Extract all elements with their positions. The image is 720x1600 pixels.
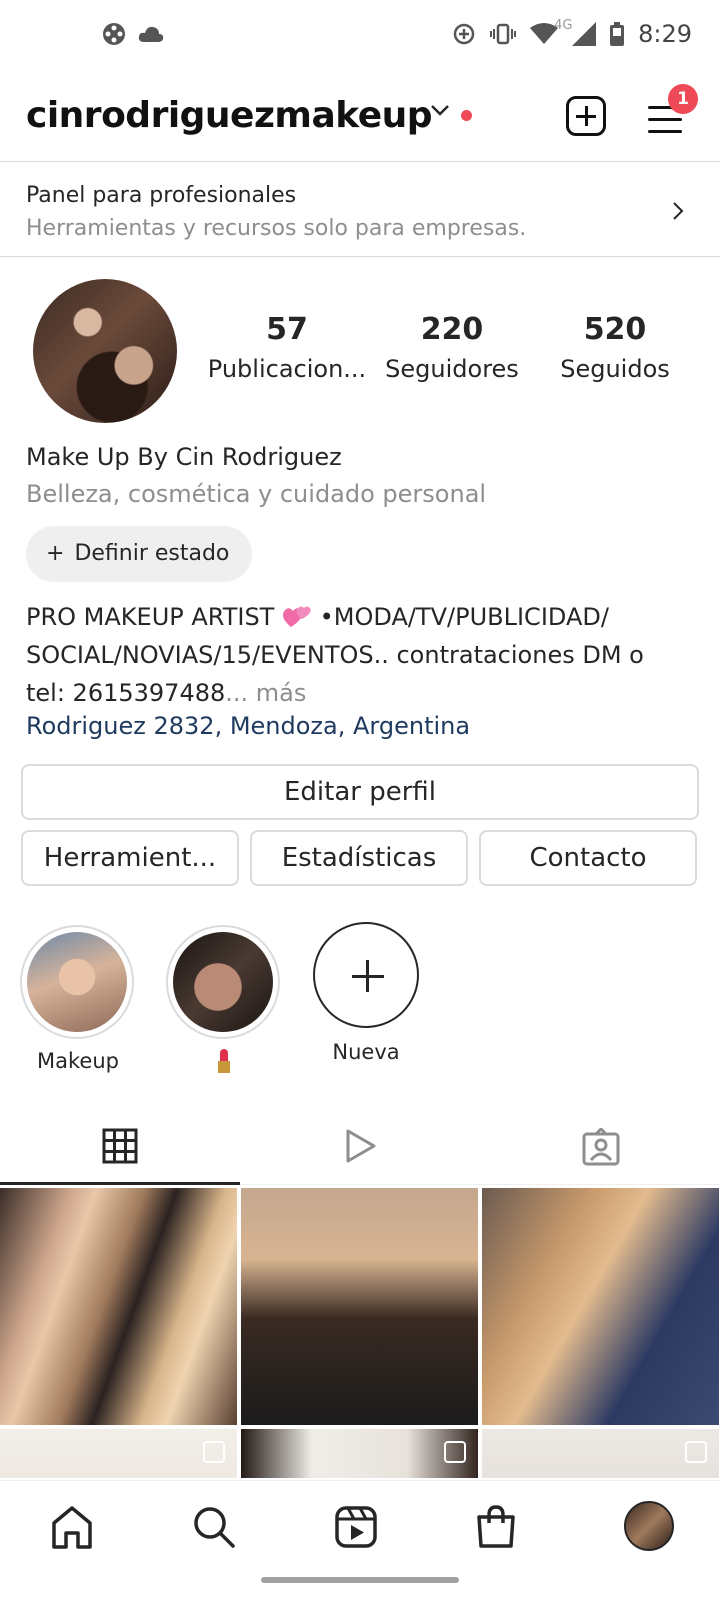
profile-bio: PRO MAKEUP ARTIST •MODA/TV/PUBLICIDAD/ S… — [26, 598, 696, 712]
tagged-icon — [582, 1128, 620, 1166]
grid-icon — [102, 1128, 138, 1164]
battery-icon — [610, 22, 625, 46]
post-thumbnail[interactable] — [482, 1429, 719, 1478]
create-button[interactable] — [566, 96, 606, 136]
tab-posts[interactable] — [0, 1110, 240, 1185]
data-saver-icon — [452, 22, 476, 46]
posts-stat[interactable]: 57 Publicacion... — [207, 312, 367, 383]
bio-line-1: PRO MAKEUP ARTIST — [26, 603, 275, 631]
profile-header: cinrodriguezmakeup 1 — [0, 80, 720, 162]
chevron-right-icon — [672, 201, 684, 225]
tools-button[interactable]: Herramient... — [21, 830, 239, 886]
followers-label: Seguidores — [385, 355, 519, 383]
chevron-down-icon[interactable] — [430, 102, 450, 121]
carousel-icon — [444, 1441, 466, 1463]
shop-icon[interactable] — [472, 1503, 520, 1551]
home-indicator[interactable] — [261, 1577, 459, 1583]
highlight-ring — [166, 925, 280, 1039]
set-status-label: Definir estado — [74, 541, 230, 566]
new-highlight-button[interactable]: Nueva — [308, 922, 424, 1064]
following-stat[interactable]: 520 Seguidos — [535, 312, 695, 383]
panel-title: Panel para profesionales — [26, 183, 297, 208]
carousel-icon — [685, 1441, 707, 1463]
post-thumbnail[interactable] — [241, 1429, 478, 1478]
add-icon — [313, 922, 419, 1028]
network-label: 4G — [554, 18, 573, 33]
profile-avatar[interactable] — [33, 279, 177, 423]
profile-tab-avatar[interactable] — [624, 1501, 674, 1551]
home-icon[interactable] — [48, 1503, 96, 1551]
post-thumbnail[interactable] — [241, 1188, 478, 1425]
highlight-ring — [20, 925, 134, 1039]
tab-reels[interactable] — [240, 1110, 480, 1185]
post-thumbnail[interactable] — [0, 1188, 237, 1425]
bio-line-3: tel: 2615397488 — [26, 679, 226, 707]
carousel-icon — [203, 1441, 225, 1463]
notification-badge: 1 — [668, 84, 698, 114]
location-link[interactable]: Rodriguez 2832, Mendoza, Argentina — [26, 712, 470, 740]
posts-grid — [0, 1188, 720, 1478]
highlight-cover — [173, 932, 273, 1032]
insights-button[interactable]: Estadísticas — [250, 830, 468, 886]
new-highlight-label: Nueva — [332, 1040, 400, 1064]
bio-line-2: SOCIAL/NOVIAS/15/EVENTOS.. contratacione… — [26, 641, 644, 669]
reels-icon[interactable] — [332, 1503, 380, 1551]
set-status-button[interactable]: + Definir estado — [26, 526, 252, 582]
edit-profile-button[interactable]: Editar perfil — [21, 764, 699, 820]
search-icon[interactable] — [190, 1503, 238, 1551]
vibrate-icon — [490, 22, 517, 46]
signal-icon: 4G — [554, 18, 597, 46]
profile-name: Make Up By Cin Rodriguez — [26, 443, 342, 471]
following-label: Seguidos — [560, 355, 670, 383]
game-icon — [102, 22, 126, 46]
profile-category: Belleza, cosmética y cuidado personal — [26, 480, 487, 508]
tab-tagged[interactable] — [480, 1110, 720, 1185]
posts-label: Publicacion... — [207, 355, 367, 383]
account-switcher[interactable]: cinrodriguezmakeup — [26, 95, 433, 136]
post-thumbnail[interactable] — [0, 1429, 237, 1478]
panel-subtitle: Herramientas y recursos solo para empres… — [26, 216, 527, 241]
new-activity-dot — [461, 110, 472, 121]
highlight-cover — [27, 932, 127, 1032]
lipstick-icon — [166, 1049, 282, 1078]
bio-more-link[interactable]: ... más — [225, 679, 306, 707]
profile-tabs — [0, 1110, 720, 1185]
clock: 8:29 — [638, 20, 692, 48]
highlight-lipstick[interactable] — [166, 925, 282, 1078]
professional-dashboard[interactable]: Panel para profesionales Herramientas y … — [0, 163, 720, 257]
highlight-makeup[interactable]: Makeup — [20, 925, 136, 1073]
following-count: 520 — [583, 312, 647, 347]
followers-count: 220 — [420, 312, 484, 347]
cloud-icon — [138, 25, 164, 43]
status-bar: 4G 8:29 — [0, 0, 720, 70]
play-icon — [346, 1129, 376, 1163]
bio-line-1b: •MODA/TV/PUBLICIDAD/ — [319, 603, 609, 631]
plus-icon: + — [46, 541, 65, 566]
highlight-label: Makeup — [37, 1049, 119, 1073]
two-hearts-icon — [282, 602, 312, 628]
post-thumbnail[interactable] — [482, 1188, 719, 1425]
contact-button[interactable]: Contacto — [479, 830, 697, 886]
posts-count: 57 — [266, 312, 308, 347]
followers-stat[interactable]: 220 Seguidores — [372, 312, 532, 383]
